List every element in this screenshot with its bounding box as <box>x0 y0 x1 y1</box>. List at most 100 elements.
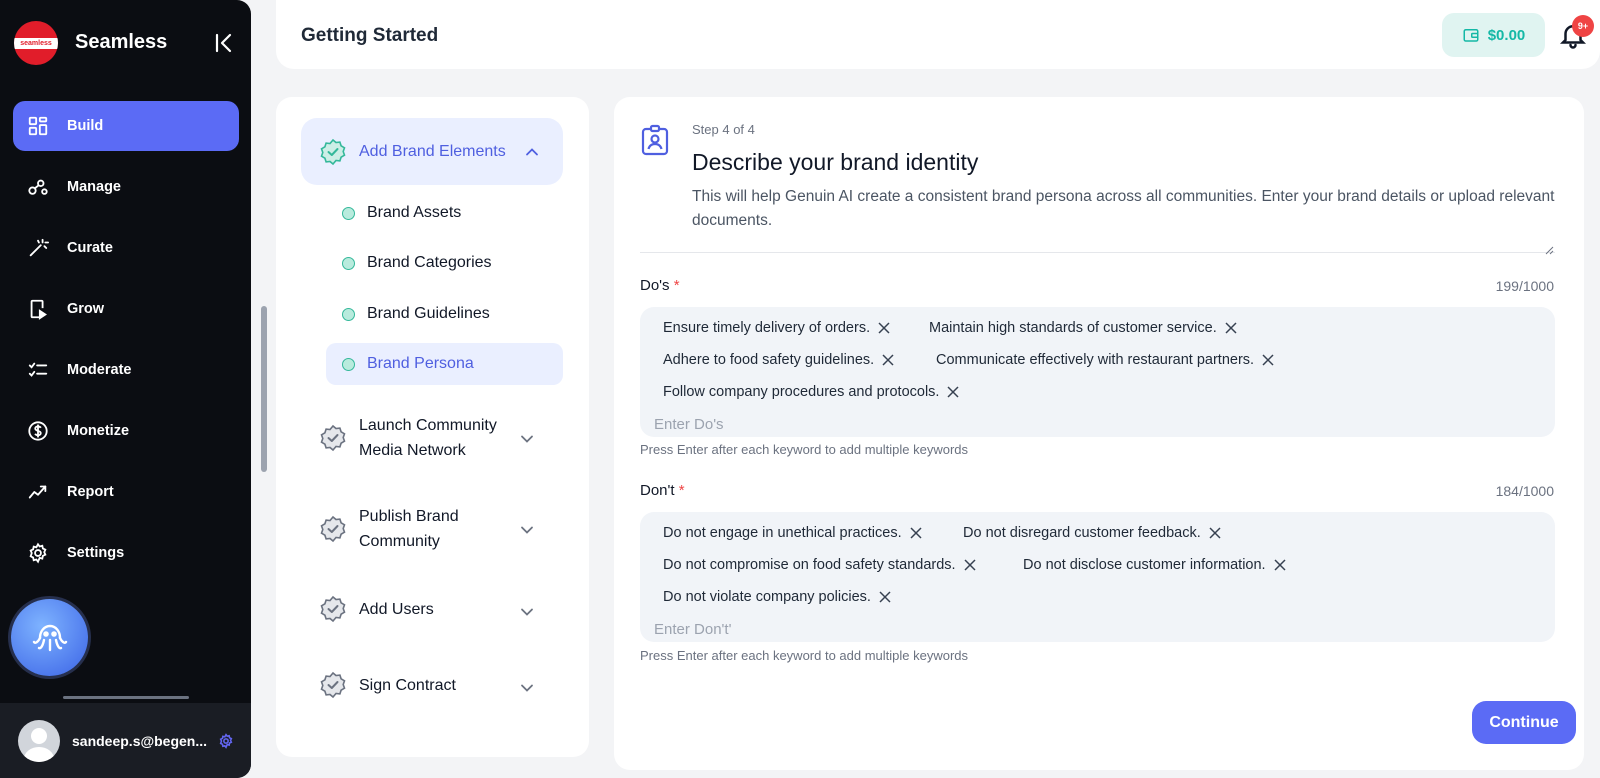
tag-chip: Do not disclose customer information. <box>1023 557 1286 573</box>
wallet-icon <box>1463 29 1479 42</box>
nav-item-grow[interactable]: Grow <box>13 284 239 334</box>
chevron-down-icon[interactable] <box>519 680 535 696</box>
chevron-down-icon[interactable] <box>519 431 535 447</box>
donts-label-text: Don't <box>640 482 675 499</box>
status-dot <box>342 256 355 270</box>
tag-chip: Do not engage in unethical practices. <box>663 525 922 541</box>
nav-label: Moderate <box>67 362 132 378</box>
phone-growth-icon <box>30 299 47 320</box>
app-name: Seamless <box>75 31 168 53</box>
continue-button[interactable]: Continue <box>1472 701 1576 744</box>
sidebar: seamless Seamless Build Manage Curate Gr… <box>0 0 251 778</box>
magic-wand-icon <box>29 238 49 257</box>
gear-icon <box>29 542 47 564</box>
donts-label: Don't * <box>640 482 685 499</box>
assistant-octopus-button[interactable] <box>11 599 88 676</box>
step-publish-brand-community[interactable]: Publish Brand Community <box>319 504 569 554</box>
dos-input[interactable] <box>654 411 1534 437</box>
donts-char-counter: 184/1000 <box>1495 483 1554 499</box>
nav-label: Grow <box>67 301 105 317</box>
donts-input[interactable] <box>654 616 1534 642</box>
grid-icon <box>28 116 48 136</box>
nav-item-curate[interactable]: Curate <box>13 223 239 273</box>
dollar-icon <box>28 421 48 441</box>
divider <box>640 252 1555 253</box>
remove-tag-icon[interactable] <box>910 527 922 539</box>
brand-identity-form-panel: Step 4 of 4 Describe your brand identity… <box>614 97 1584 770</box>
nav-item-moderate[interactable]: Moderate <box>13 345 239 395</box>
donts-tag-input-box[interactable]: Do not engage in unethical practices. Do… <box>640 512 1555 642</box>
dos-char-counter: 199/1000 <box>1495 278 1554 294</box>
step-launch-community-media-network[interactable]: Launch Community Media Network <box>319 413 569 463</box>
tag-text: Communicate effectively with restaurant … <box>936 352 1255 368</box>
step-add-users[interactable]: Add Users <box>319 595 569 623</box>
notification-badge: 9+ <box>1572 15 1594 37</box>
remove-tag-icon[interactable] <box>964 559 976 571</box>
verified-badge-icon <box>320 424 346 452</box>
dos-label: Do's * <box>640 277 680 294</box>
collapse-sidebar-icon[interactable] <box>212 31 236 55</box>
form-description: This will help Genuin AI create a consis… <box>692 188 1555 229</box>
brand-logo[interactable]: seamless <box>14 21 58 65</box>
tag-chip: Communicate effectively with restaurant … <box>936 352 1274 368</box>
substep-brand-assets[interactable]: Brand Assets <box>326 192 563 234</box>
verified-badge-icon <box>320 595 346 623</box>
substep-label: Brand Assets <box>367 204 462 221</box>
status-dot <box>342 307 355 321</box>
nav-label: Manage <box>67 179 121 195</box>
tag-text: Do not disclose customer information. <box>1023 557 1266 573</box>
donts-hint: Press Enter after each keyword to add mu… <box>640 648 969 663</box>
remove-tag-icon[interactable] <box>882 354 894 366</box>
substep-brand-persona[interactable]: Brand Persona <box>326 343 563 385</box>
substep-brand-categories[interactable]: Brand Categories <box>326 242 563 284</box>
step-label: Add Brand Elements <box>359 142 506 160</box>
chevron-down-icon[interactable] <box>519 604 535 620</box>
nav-item-report[interactable]: Report <box>13 467 239 517</box>
remove-tag-icon[interactable] <box>1262 354 1274 366</box>
sidebar-scrollbar[interactable] <box>261 306 267 472</box>
status-dot <box>342 357 355 371</box>
nav-item-manage[interactable]: Manage <box>13 162 239 212</box>
required-mark: * <box>673 277 680 294</box>
tag-text: Do not compromise on food safety standar… <box>663 557 956 573</box>
remove-tag-icon[interactable] <box>1209 527 1221 539</box>
nav-label: Report <box>67 484 114 500</box>
remove-tag-icon[interactable] <box>947 386 959 398</box>
user-email: sandeep.s@begen... <box>72 732 208 749</box>
substep-label: Brand Persona <box>367 355 474 372</box>
tag-text: Do not engage in unethical practices. <box>663 525 902 541</box>
nav-label: Curate <box>67 240 113 256</box>
resize-handle-icon[interactable] <box>1544 245 1554 255</box>
tag-text: Do not disregard customer feedback. <box>963 525 1201 541</box>
required-mark: * <box>678 482 685 499</box>
chevron-up-icon[interactable] <box>524 144 540 160</box>
nodes-icon <box>28 179 48 195</box>
remove-tag-icon[interactable] <box>1225 322 1237 334</box>
nav-label: Monetize <box>67 423 130 439</box>
nav-item-monetize[interactable]: Monetize <box>13 406 239 456</box>
user-settings-icon[interactable] <box>218 732 234 749</box>
page-title: Getting Started <box>301 25 439 46</box>
nav-label: Settings <box>67 545 125 561</box>
wallet-balance-button[interactable]: $0.00 <box>1442 13 1545 57</box>
remove-tag-icon[interactable] <box>1274 559 1286 571</box>
status-dot <box>342 206 355 220</box>
nav-item-settings[interactable]: Settings <box>13 528 239 578</box>
verified-badge-icon <box>320 138 346 165</box>
trend-icon <box>28 485 47 499</box>
dos-tag-input-box[interactable]: Ensure timely delivery of orders. Mainta… <box>640 307 1555 437</box>
remove-tag-icon[interactable] <box>879 591 891 603</box>
step-add-brand-elements[interactable]: Add Brand Elements <box>301 118 563 185</box>
tag-text: Ensure timely delivery of orders. <box>663 320 871 336</box>
substep-label: Brand Categories <box>367 254 492 271</box>
chevron-down-icon[interactable] <box>519 522 535 538</box>
step-sign-contract[interactable]: Sign Contract <box>319 671 569 699</box>
tag-chip: Ensure timely delivery of orders. <box>663 320 890 336</box>
tag-chip: Follow company procedures and protocols. <box>663 384 959 400</box>
user-profile-bar[interactable]: sandeep.s@begen... <box>0 703 251 778</box>
nav-item-build[interactable]: Build <box>13 101 239 151</box>
brand-logo-text: seamless <box>20 39 52 47</box>
substep-brand-guidelines[interactable]: Brand Guidelines <box>326 293 563 335</box>
checklist-icon <box>28 362 48 377</box>
remove-tag-icon[interactable] <box>878 322 890 334</box>
